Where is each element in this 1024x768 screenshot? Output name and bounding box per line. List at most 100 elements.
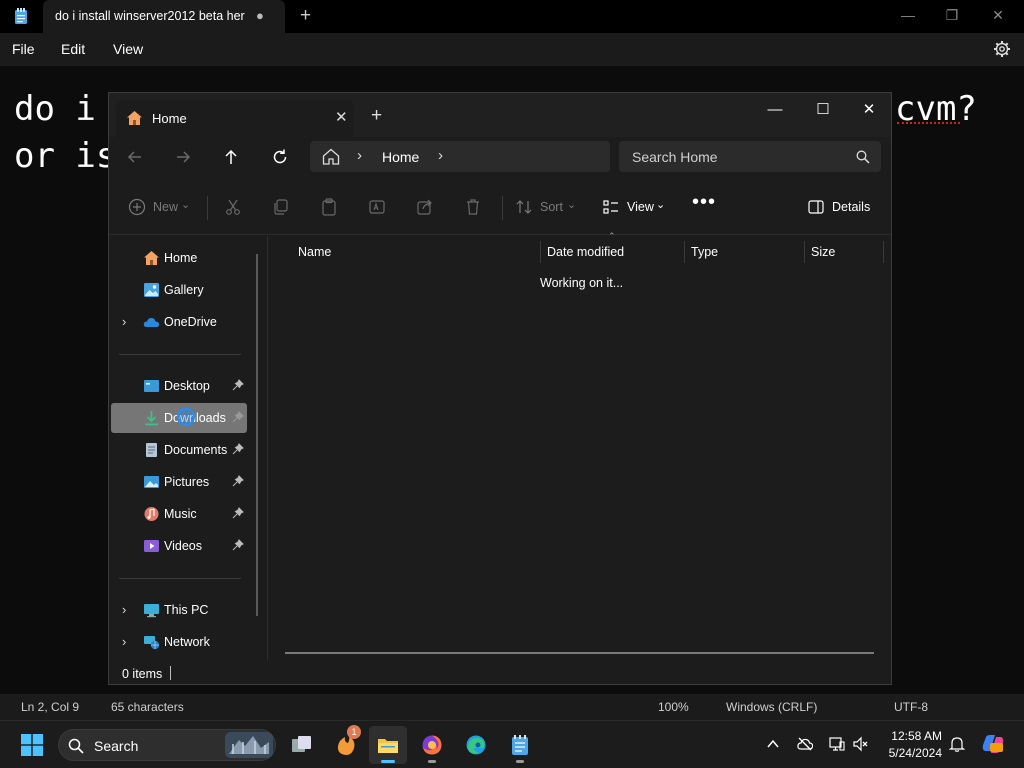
line-ending[interactable]: Windows (CRLF)	[726, 700, 817, 714]
explorer-statusbar: 0 items	[109, 660, 891, 684]
windows-start-icon[interactable]	[21, 734, 43, 756]
menu-edit[interactable]: Edit	[61, 41, 85, 57]
sort-dropdown-icon[interactable]: ⌄	[567, 198, 576, 211]
taskbar-search-box[interactable]: Search	[58, 729, 276, 761]
taskbar-app-file-explorer[interactable]	[369, 726, 407, 764]
taskbar-app-edge[interactable]	[457, 726, 495, 764]
sidebar-item-videos[interactable]: Videos	[111, 531, 247, 561]
explorer-minimize-button[interactable]: —	[760, 98, 790, 122]
sidebar-item-this-pc[interactable]: › This PC	[111, 595, 247, 625]
show-hidden-icons-chevron-icon[interactable]	[765, 736, 781, 752]
gallery-icon	[144, 283, 159, 297]
forward-arrow-icon[interactable]	[173, 147, 193, 167]
view-layout-icon[interactable]	[602, 198, 620, 216]
delete-trash-icon[interactable]	[464, 198, 482, 216]
clock-time[interactable]: 12:58 AM	[884, 729, 942, 743]
view-dropdown-icon[interactable]: ⌄	[656, 198, 665, 211]
address-bar[interactable]: › Home ›	[310, 141, 610, 172]
menu-file[interactable]: File	[12, 41, 35, 57]
horizontal-scrollbar[interactable]	[285, 652, 874, 654]
encoding[interactable]: UTF-8	[894, 700, 928, 714]
details-pane-icon[interactable]	[807, 198, 825, 216]
expand-chevron-icon[interactable]: ›	[122, 314, 126, 329]
pin-icon[interactable]	[232, 443, 244, 455]
sort-button[interactable]: Sort	[540, 200, 563, 214]
settings-gear-icon[interactable]	[993, 40, 1011, 58]
notepad-icon	[512, 735, 528, 755]
address-home-icon[interactable]	[322, 148, 340, 165]
sidebar-item-onedrive[interactable]: › OneDrive	[111, 307, 247, 337]
network-ethernet-icon[interactable]	[829, 736, 845, 752]
explorer-tab-home[interactable]: Home ✕	[116, 100, 354, 137]
file-list-pane[interactable]: Name Date modified Type Size ⌃ Working o…	[268, 231, 891, 660]
task-view-icon	[292, 736, 311, 752]
onedrive-offline-icon[interactable]	[797, 736, 813, 752]
taskbar-app-firefox[interactable]	[413, 726, 451, 764]
column-header-name[interactable]: Name	[292, 241, 540, 263]
menu-view[interactable]: View	[113, 41, 143, 57]
new-plus-icon[interactable]	[128, 198, 146, 216]
taskbar-app-notepad[interactable]	[501, 726, 539, 764]
notifications-bell-icon[interactable]	[949, 736, 965, 752]
notepad-document-tab[interactable]: do i install winserver2012 beta her ●	[43, 0, 285, 33]
sort-icon[interactable]	[515, 198, 533, 216]
explorer-maximize-button[interactable]: ☐	[808, 98, 838, 122]
notepad-new-tab-button[interactable]: +	[300, 5, 311, 27]
search-icon[interactable]	[856, 150, 870, 164]
expand-chevron-icon[interactable]: ›	[122, 602, 126, 617]
pin-icon[interactable]	[232, 507, 244, 519]
details-button[interactable]: Details	[832, 200, 870, 214]
search-box[interactable]: Search Home	[619, 141, 881, 172]
explorer-close-button[interactable]: ✕	[854, 98, 884, 122]
sidebar-item-documents[interactable]: Documents	[111, 435, 247, 465]
notepad-statusbar: Ln 2, Col 9 65 characters 100% Windows (…	[0, 694, 1024, 720]
sidebar-item-gallery[interactable]: Gallery	[111, 275, 247, 305]
breadcrumb-chevron-icon[interactable]: ›	[357, 147, 362, 164]
pin-icon[interactable]	[232, 539, 244, 551]
rename-icon[interactable]	[368, 198, 386, 216]
explorer-new-tab-button[interactable]: +	[371, 105, 382, 127]
cursor-position: Ln 2, Col 9	[21, 700, 80, 714]
explorer-titlebar: Home ✕ + — ☐ ✕	[109, 93, 891, 137]
copilot-icon[interactable]	[981, 733, 1005, 755]
taskbar-task-view[interactable]	[283, 726, 321, 764]
copy-icon[interactable]	[272, 198, 290, 216]
back-arrow-icon[interactable]	[125, 147, 145, 167]
expand-chevron-icon[interactable]: ›	[122, 634, 126, 649]
taskbar-app-messaging[interactable]: 1	[327, 725, 365, 764]
pin-icon[interactable]	[232, 475, 244, 487]
explorer-tab-close-button[interactable]: ✕	[335, 108, 348, 126]
pin-icon[interactable]	[232, 411, 244, 423]
up-arrow-icon[interactable]	[221, 147, 241, 167]
column-header-date-modified[interactable]: Date modified	[540, 241, 684, 263]
column-header-type[interactable]: Type	[684, 241, 804, 263]
sidebar-item-home[interactable]: Home	[111, 243, 247, 273]
pin-icon[interactable]	[232, 379, 244, 391]
sidebar-item-pictures[interactable]: Pictures	[111, 467, 247, 497]
active-app-indicator	[381, 760, 395, 763]
sidebar-scrollbar[interactable]	[256, 254, 258, 616]
sidebar-item-desktop[interactable]: Desktop	[111, 371, 247, 401]
paste-icon[interactable]	[320, 198, 338, 216]
clock-date[interactable]: 5/24/2024	[884, 746, 942, 760]
breadcrumb-home[interactable]: Home	[382, 149, 419, 165]
notepad-minimize-button[interactable]: —	[893, 4, 923, 26]
sidebar-item-network[interactable]: › Network	[111, 627, 247, 657]
unsaved-dot-icon[interactable]: ●	[256, 8, 264, 23]
cut-icon[interactable]	[224, 198, 242, 216]
zoom-level[interactable]: 100%	[658, 700, 689, 714]
more-options-icon[interactable]: •••	[692, 191, 716, 214]
notepad-app-icon	[15, 8, 27, 24]
new-dropdown-icon[interactable]: ⌄	[181, 198, 190, 211]
view-button[interactable]: View	[627, 200, 654, 214]
sidebar-item-music[interactable]: Music	[111, 499, 247, 529]
sidebar-item-label: Music	[164, 507, 197, 521]
notepad-maximize-button[interactable]: ❐	[937, 4, 967, 26]
new-button[interactable]: New	[153, 200, 178, 214]
column-header-size[interactable]: Size	[804, 241, 884, 263]
volume-muted-icon[interactable]	[853, 736, 869, 752]
notepad-close-button[interactable]: ✕	[983, 4, 1013, 26]
share-icon[interactable]	[416, 198, 434, 216]
refresh-icon[interactable]	[270, 147, 290, 167]
breadcrumb-chevron-icon[interactable]: ›	[438, 147, 443, 164]
